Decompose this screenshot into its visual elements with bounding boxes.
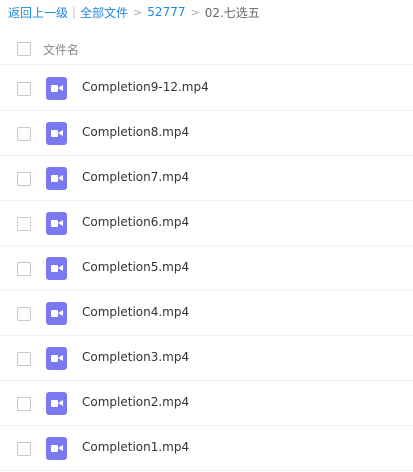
breadcrumb-separator: > (190, 5, 200, 19)
row-checkbox[interactable] (17, 442, 31, 456)
row-checkbox[interactable] (17, 307, 31, 321)
file-name[interactable]: Completion2.mp4 (82, 395, 189, 409)
breadcrumb-separator: > (133, 5, 143, 19)
file-row[interactable]: Completion6.mp4 (0, 201, 413, 246)
video-file-icon (46, 257, 67, 280)
file-name[interactable]: Completion9-12.mp4 (82, 80, 209, 94)
breadcrumb-all-files[interactable]: 全部文件 (80, 4, 128, 21)
file-name[interactable]: Completion4.mp4 (82, 305, 189, 319)
select-all-checkbox[interactable] (17, 42, 31, 56)
video-file-icon (46, 347, 67, 370)
file-name[interactable]: Completion6.mp4 (82, 215, 189, 229)
file-row[interactable]: Completion1.mp4 (0, 426, 413, 471)
file-row[interactable]: Completion9-12.mp4 (0, 66, 413, 111)
video-file-icon (46, 212, 67, 235)
file-row[interactable]: Completion8.mp4 (0, 111, 413, 156)
file-name[interactable]: Completion1.mp4 (82, 440, 189, 454)
file-row[interactable]: Completion7.mp4 (0, 156, 413, 201)
video-file-icon (46, 392, 67, 415)
breadcrumb-folder[interactable]: 52777 (147, 5, 185, 19)
row-checkbox[interactable] (17, 262, 31, 276)
file-row[interactable]: Completion2.mp4 (0, 381, 413, 426)
file-name[interactable]: Completion8.mp4 (82, 125, 189, 139)
video-file-icon (46, 122, 67, 145)
row-checkbox[interactable] (17, 127, 31, 141)
video-file-icon (46, 167, 67, 190)
video-file-icon (46, 77, 67, 100)
file-row[interactable]: Completion3.mp4 (0, 336, 413, 381)
row-checkbox[interactable] (17, 82, 31, 96)
back-link[interactable]: 返回上一级 (8, 4, 68, 21)
video-file-icon (46, 437, 67, 460)
row-checkbox[interactable] (17, 217, 31, 231)
row-checkbox[interactable] (17, 352, 31, 366)
file-name[interactable]: Completion7.mp4 (82, 170, 189, 184)
video-file-icon (46, 302, 67, 325)
file-row[interactable]: Completion4.mp4 (0, 291, 413, 336)
file-table-header: 文件名 (0, 34, 413, 65)
breadcrumb: 返回上一级 | 全部文件 > 52777 > 02.七选五 (8, 4, 260, 20)
file-row[interactable]: Completion5.mp4 (0, 246, 413, 291)
breadcrumb-divider: | (72, 5, 77, 19)
file-name[interactable]: Completion3.mp4 (82, 350, 189, 364)
row-checkbox[interactable] (17, 172, 31, 186)
file-name[interactable]: Completion5.mp4 (82, 260, 189, 274)
file-list: Completion9-12.mp4 Completion8.mp4 Compl… (0, 66, 413, 471)
row-checkbox[interactable] (17, 397, 31, 411)
breadcrumb-current: 02.七选五 (204, 5, 260, 20)
column-header-filename[interactable]: 文件名 (43, 41, 79, 58)
